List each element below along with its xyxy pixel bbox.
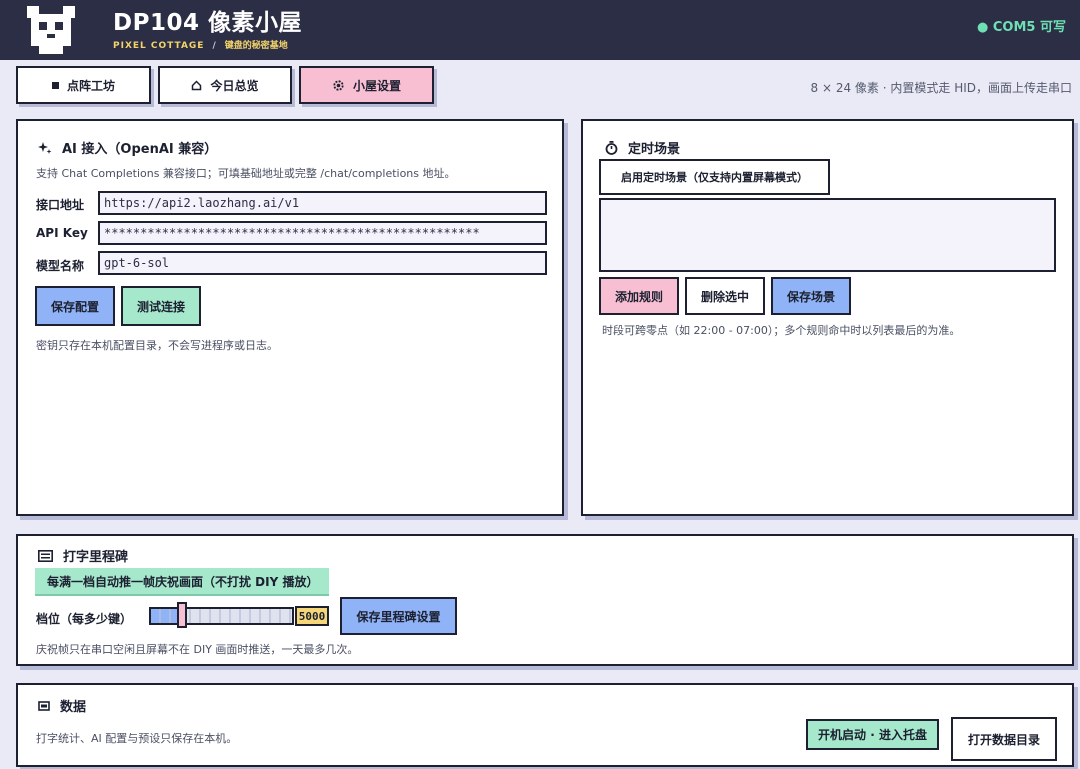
schedule-panel-title: 定时场景 (605, 138, 680, 157)
data-panel-note: 打字统计、AI 配置与预设只保存在本机。 (36, 732, 238, 745)
endpoint-label: 接口地址 (36, 198, 85, 212)
milestone-step-slider[interactable] (149, 607, 294, 625)
schedule-panel: 定时场景 启用定时场景（仅支持内置屏幕模式） 添加规则 删除选中 保存场景 时段… (581, 119, 1074, 516)
endpoint-value: https://api2.laozhang.ai/v1 (104, 196, 300, 210)
tab-label: 点阵工坊 (66, 78, 115, 93)
model-label: 模型名称 (36, 259, 85, 273)
app-subtitle: PIXEL COTTAGE / 键盘的秘密基地 (113, 38, 288, 51)
app-header: DP104 像素小屋 PIXEL COTTAGE / 键盘的秘密基地 ● COM5 … (0, 0, 1080, 60)
slider-cells (151, 609, 292, 623)
data-panel: 数据 打字统计、AI 配置与预设只保存在本机。 开机启动 · 进入托盘 打开数据… (16, 683, 1074, 767)
milestone-panel-title-text: 打字里程碑 (63, 550, 129, 565)
add-rule-button[interactable]: 添加规则 (599, 277, 679, 315)
api-key-input[interactable]: ****************************************… (98, 221, 547, 245)
subtitle-tagline: 键盘的秘密基地 (224, 41, 288, 51)
model-input[interactable]: gpt-6-sol (98, 251, 547, 275)
ai-settings-panel: AI 接入（OpenAI 兼容） 支持 Chat Completions 兼容接… (16, 119, 564, 516)
save-milestone-button[interactable]: 保存里程碑设置 (340, 597, 457, 635)
subtitle-en: PIXEL COTTAGE (113, 41, 205, 51)
schedule-rule-list[interactable] (599, 198, 1056, 272)
square-icon (51, 81, 59, 89)
open-data-dir-button[interactable]: 打开数据目录 (951, 717, 1057, 761)
model-value: gpt-6-sol (104, 256, 170, 270)
gear-icon (333, 79, 344, 91)
ai-panel-description: 支持 Chat Completions 兼容接口；可填基础地址或完整 /chat… (36, 167, 456, 180)
sparkle-icon (38, 141, 52, 154)
api-key-label: API Key (36, 226, 88, 240)
typing-milestone-panel: 打字里程碑 每满一档自动推一帧庆祝画面（不打扰 DIY 播放） 档位（每多少键）… (16, 534, 1074, 666)
tab-cottage-settings[interactable]: 小屋设置 (299, 66, 434, 104)
tab-label: 小屋设置 (352, 78, 401, 93)
subtitle-separator: / (212, 41, 217, 51)
endpoint-input[interactable]: https://api2.laozhang.ai/v1 (98, 191, 547, 215)
schedule-panel-note: 时段可跨零点（如 22:00 - 07:00）；多个规则命中时以列表最后的为准。 (602, 324, 961, 337)
api-key-value: ****************************************… (104, 226, 480, 240)
pixel-cat-logo (27, 6, 75, 54)
ai-panel-note: 密钥只存在本机配置目录，不会写进程序或日志。 (36, 339, 278, 352)
tab-pixel-workshop[interactable]: 点阵工坊 (16, 66, 151, 104)
timer-icon (605, 140, 618, 155)
ai-panel-title: AI 接入（OpenAI 兼容） (38, 138, 217, 157)
schedule-panel-title-text: 定时场景 (628, 142, 681, 157)
save-config-button[interactable]: 保存配置 (35, 286, 115, 326)
nav-hint: 8 × 24 像素 · 内置模式走 HID，画面上传走串口 (810, 81, 1072, 95)
milestone-step-value: 5000 (295, 606, 329, 626)
enable-schedule-toggle[interactable]: 启用定时场景（仅支持内置屏幕模式） (599, 159, 830, 195)
slider-thumb[interactable] (177, 602, 187, 628)
home-icon (192, 79, 202, 90)
database-icon (38, 700, 50, 711)
milestone-step-label: 档位（每多少键） (36, 612, 133, 626)
milestone-panel-title: 打字里程碑 (38, 546, 128, 565)
data-panel-title: 数据 (38, 696, 86, 715)
startup-tray-button[interactable]: 开机启动 · 进入托盘 (806, 719, 939, 750)
test-connection-button[interactable]: 测试连接 (121, 286, 201, 326)
com-port-status: ● COM5 可写 (977, 20, 1066, 35)
tab-today-overview[interactable]: 今日总览 (158, 66, 292, 104)
milestone-banner: 每满一档自动推一帧庆祝画面（不打扰 DIY 播放） (35, 568, 329, 596)
milestone-panel-note: 庆祝帧只在串口空闲且屏幕不在 DIY 画面时推送，一天最多几次。 (36, 643, 359, 656)
delete-selected-button[interactable]: 删除选中 (685, 277, 765, 315)
app-title: DP104 像素小屋 (113, 10, 302, 36)
save-scene-button[interactable]: 保存场景 (771, 277, 851, 315)
data-panel-title-text: 数据 (60, 700, 87, 715)
ai-panel-title-text: AI 接入（OpenAI 兼容） (62, 142, 218, 157)
tab-label: 今日总览 (210, 78, 259, 93)
keyboard-icon (38, 549, 53, 562)
